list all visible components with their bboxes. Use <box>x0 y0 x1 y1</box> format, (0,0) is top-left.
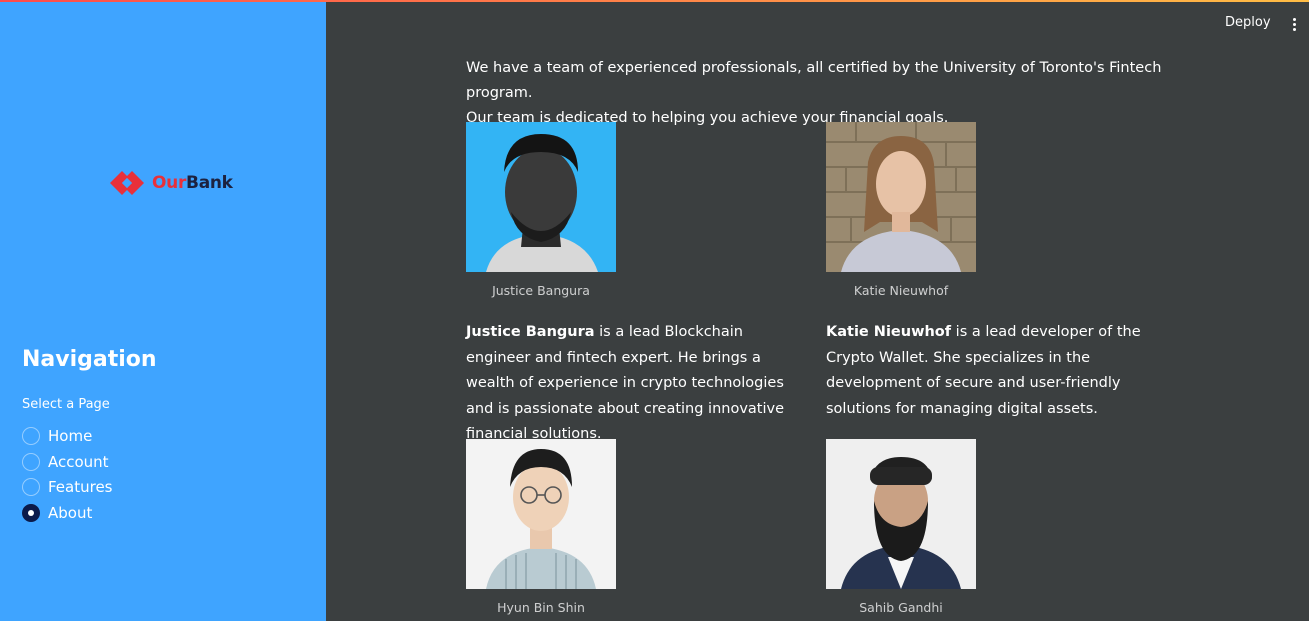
bio-name-katie-nieuwhof: Katie Nieuwhof <box>826 324 952 340</box>
select-page-label: Select a Page <box>22 397 110 412</box>
radio-label: About <box>48 503 93 522</box>
caption-justice-bangura: Justice Bangura <box>492 283 590 298</box>
radio-label: Account <box>48 452 109 471</box>
radio-button-icon[interactable] <box>22 426 40 445</box>
logo-text: OurBank <box>152 173 233 193</box>
radio-button-icon[interactable] <box>22 478 40 497</box>
radio-option-features[interactable]: Features <box>22 474 113 500</box>
caption-hyun-bin-shin: Hyun Bin Shin <box>497 600 585 615</box>
radio-label: Features <box>48 478 113 497</box>
team-photo-justice-bangura <box>466 122 616 272</box>
caption-katie-nieuwhof: Katie Nieuwhof <box>853 283 949 298</box>
navigation-title: Navigation <box>22 347 157 372</box>
deploy-button[interactable]: Deploy <box>1215 12 1281 36</box>
bio-name-justice-bangura: Justice Bangura <box>466 324 595 340</box>
logo-text-our: Our <box>152 173 187 193</box>
radio-label: Home <box>48 426 93 445</box>
team-photo-sahib-gandhi <box>826 439 976 589</box>
logo-text-bank: Bank <box>186 173 233 193</box>
top-accent-bar <box>0 0 1309 2</box>
bio-katie-nieuwhof: Katie Nieuwhof is a lead developer of th… <box>826 320 1171 422</box>
ourbank-logo: OurBank <box>108 168 233 198</box>
intro-line-1: We have a team of experienced profession… <box>466 60 1162 101</box>
bio-text-justice-bangura: is a lead Blockchain engineer and fintec… <box>466 324 785 442</box>
caption-sahib-gandhi: Sahib Gandhi <box>859 600 943 615</box>
main-content: We have a team of experienced profession… <box>466 56 1186 131</box>
radio-option-about[interactable]: About <box>22 500 113 526</box>
radio-button-icon[interactable] <box>22 452 40 471</box>
radio-option-home[interactable]: Home <box>22 423 113 449</box>
team-photo-hyun-bin-shin <box>466 439 616 589</box>
sidebar: OurBank Navigation Select a Page Home Ac… <box>0 0 326 621</box>
bio-justice-bangura: Justice Bangura is a lead Blockchain eng… <box>466 320 811 448</box>
team-photo-katie-nieuwhof <box>826 122 976 272</box>
radio-option-account[interactable]: Account <box>22 449 113 475</box>
ourbank-logo-icon <box>110 171 144 195</box>
radio-button-selected-icon[interactable] <box>22 503 40 522</box>
kebab-menu-icon[interactable] <box>1284 12 1304 36</box>
page-radio-group: Home Account Features About <box>22 423 113 526</box>
